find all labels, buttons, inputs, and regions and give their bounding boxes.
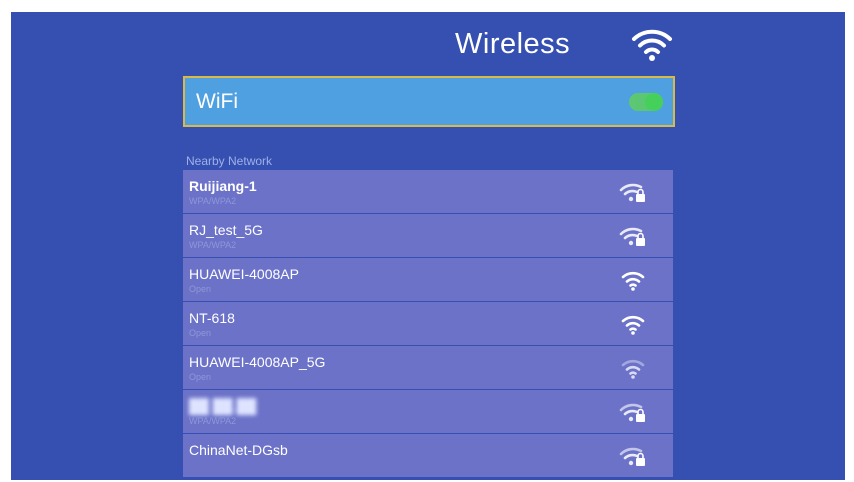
network-name: RJ_test_5G: [189, 222, 263, 238]
network-security: Open: [189, 328, 212, 338]
network-row[interactable]: Ruijiang-1 WPA/WPA2: [183, 170, 673, 213]
wifi-icon: [621, 271, 645, 291]
wifi-icon: [621, 315, 645, 335]
network-security: WPA/WPA2: [189, 416, 237, 426]
network-name: NT-618: [189, 310, 235, 326]
network-name: HUAWEI-4008AP_5G: [189, 354, 326, 370]
page-title: Wireless: [455, 28, 571, 60]
network-row[interactable]: NT-618 Open: [183, 302, 673, 345]
nearby-network-heading: Nearby Network: [186, 154, 273, 168]
wifi-lock-icon: [619, 403, 645, 422]
wifi-toggle-row[interactable]: WiFi: [183, 76, 675, 127]
wireless-settings-screen: Wireless WiFi Nearby Network Ruijiang-1 …: [11, 12, 845, 480]
network-list: Ruijiang-1 WPA/WPA2 RJ_test_5G WPA/WPA2: [183, 170, 673, 480]
wifi-lock-icon: [619, 447, 645, 466]
network-security: WPA/WPA2: [189, 240, 237, 250]
wifi-lock-icon: [619, 227, 645, 246]
network-row[interactable]: ██ ██.██ WPA/WPA2: [183, 390, 673, 433]
network-name: ChinaNet-DGsb: [189, 442, 288, 458]
wifi-toggle-switch[interactable]: [629, 93, 663, 111]
network-name: ██ ██.██: [189, 398, 257, 414]
network-name: Ruijiang-1: [189, 178, 257, 194]
network-row[interactable]: RJ_test_5G WPA/WPA2: [183, 214, 673, 257]
network-name: HUAWEI-4008AP: [189, 266, 299, 282]
wifi-icon: [621, 359, 645, 379]
network-row[interactable]: HUAWEI-4008AP Open: [183, 258, 673, 301]
wifi-label: WiFi: [196, 90, 238, 113]
network-row[interactable]: ChinaNet-DGsb: [183, 434, 673, 477]
toggle-knob: [645, 93, 663, 111]
network-security: WPA/WPA2: [189, 196, 237, 206]
wifi-icon: [632, 29, 672, 61]
network-security: Open: [189, 372, 212, 382]
network-row[interactable]: HUAWEI-4008AP_5G Open: [183, 346, 673, 389]
wifi-lock-icon: [619, 183, 645, 202]
network-security: Open: [189, 284, 212, 294]
